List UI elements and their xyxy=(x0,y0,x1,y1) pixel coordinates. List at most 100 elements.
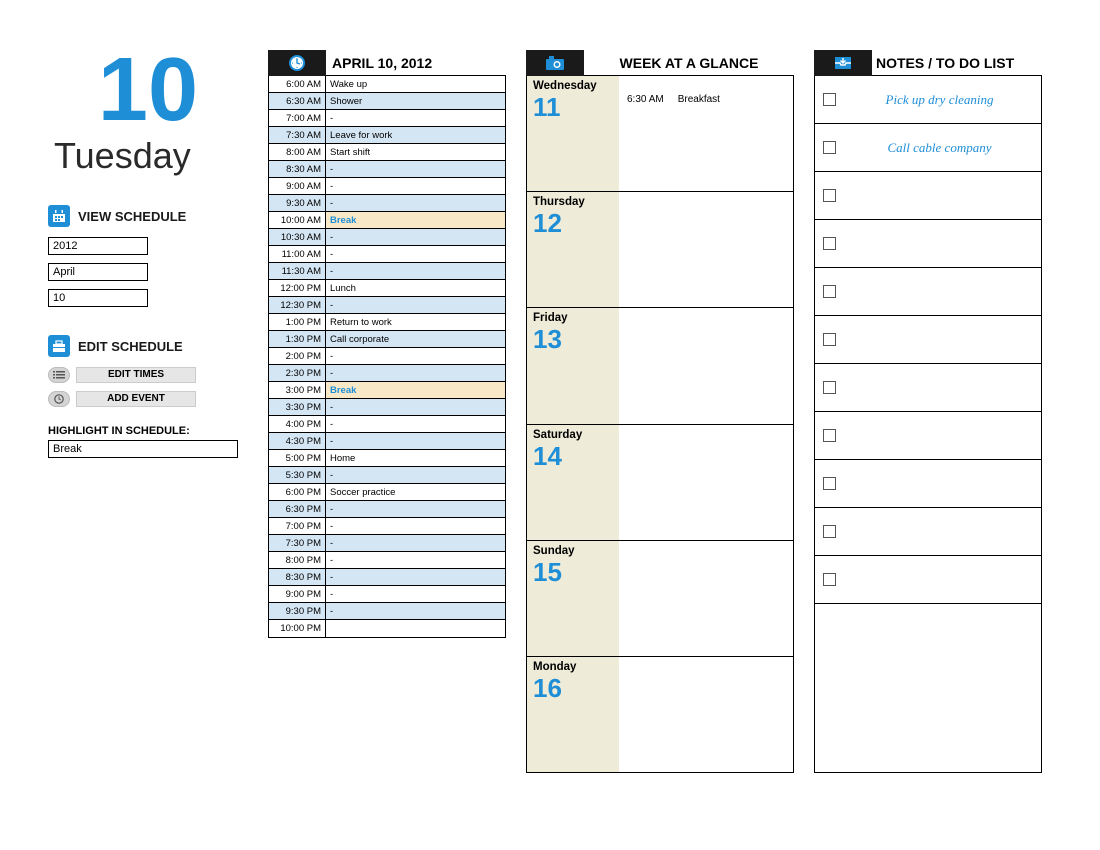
schedule-event[interactable]: - xyxy=(326,535,505,552)
day-input[interactable] xyxy=(48,289,148,307)
schedule-row: 4:00 PM- xyxy=(269,416,505,433)
schedule-event[interactable]: - xyxy=(326,416,505,433)
schedule-time: 7:30 AM xyxy=(269,127,326,144)
schedule-row: 9:00 AM- xyxy=(269,178,505,195)
schedule-event[interactable]: - xyxy=(326,229,505,246)
schedule-time: 2:00 PM xyxy=(269,348,326,365)
schedule-event[interactable]: Soccer practice xyxy=(326,484,505,501)
note-row xyxy=(815,556,1041,604)
schedule-time: 1:00 PM xyxy=(269,314,326,331)
week-day-number: 16 xyxy=(533,675,613,701)
schedule-event[interactable]: - xyxy=(326,467,505,484)
note-checkbox[interactable] xyxy=(823,381,836,394)
schedule-row: 9:30 PM- xyxy=(269,603,505,620)
list-icon[interactable] xyxy=(48,367,70,383)
schedule-time: 2:30 PM xyxy=(269,365,326,382)
schedule-event[interactable]: - xyxy=(326,365,505,382)
week-day-header: Wednesday11 xyxy=(527,76,619,191)
schedule-event[interactable]: - xyxy=(326,348,505,365)
schedule-time: 10:30 AM xyxy=(269,229,326,246)
note-checkbox[interactable] xyxy=(823,285,836,298)
schedule-event[interactable]: Break xyxy=(326,212,505,229)
schedule-row: 5:00 PMHome xyxy=(269,450,505,467)
year-input[interactable] xyxy=(48,237,148,255)
view-schedule-heading: VIEW SCHEDULE xyxy=(48,205,248,227)
schedule-event[interactable]: - xyxy=(326,518,505,535)
schedule-time: 6:00 PM xyxy=(269,484,326,501)
note-checkbox[interactable] xyxy=(823,93,836,106)
schedule-event[interactable]: Return to work xyxy=(326,314,505,331)
schedule-event[interactable]: Leave for work xyxy=(326,127,505,144)
schedule-event[interactable]: Lunch xyxy=(326,280,505,297)
inbox-header-icon xyxy=(814,50,872,76)
week-day-events[interactable] xyxy=(619,657,793,772)
schedule-event[interactable]: - xyxy=(326,552,505,569)
schedule-event[interactable]: - xyxy=(326,586,505,603)
week-day-header: Friday13 xyxy=(527,308,619,423)
note-text[interactable]: Pick up dry cleaning xyxy=(846,92,1033,108)
note-checkbox[interactable] xyxy=(823,333,836,346)
schedule-event[interactable]: - xyxy=(326,399,505,416)
schedule-event[interactable]: - xyxy=(326,246,505,263)
schedule-time: 12:30 PM xyxy=(269,297,326,314)
schedule-row: 7:00 PM- xyxy=(269,518,505,535)
note-checkbox[interactable] xyxy=(823,429,836,442)
schedule-event[interactable]: - xyxy=(326,569,505,586)
note-checkbox[interactable] xyxy=(823,477,836,490)
week-day-events[interactable] xyxy=(619,425,793,540)
schedule-event[interactable]: Home xyxy=(326,450,505,467)
week-day-header: Thursday12 xyxy=(527,192,619,307)
note-row xyxy=(815,172,1041,220)
schedule-event[interactable]: Break xyxy=(326,382,505,399)
edit-times-button[interactable]: EDIT TIMES xyxy=(76,367,196,383)
schedule-event[interactable]: - xyxy=(326,161,505,178)
highlight-input[interactable] xyxy=(48,440,238,458)
week-day: Saturday14 xyxy=(527,424,793,540)
schedule-event[interactable]: - xyxy=(326,195,505,212)
schedule-event[interactable]: - xyxy=(326,178,505,195)
schedule-time: 3:30 PM xyxy=(269,399,326,416)
add-event-button[interactable]: ADD EVENT xyxy=(76,391,196,407)
note-checkbox[interactable] xyxy=(823,525,836,538)
schedule-event[interactable]: - xyxy=(326,433,505,450)
schedule-event[interactable]: Shower xyxy=(326,93,505,110)
schedule-event[interactable] xyxy=(326,620,505,637)
schedule-event[interactable]: - xyxy=(326,501,505,518)
week-day-events[interactable] xyxy=(619,308,793,423)
calendar-icon xyxy=(48,205,70,227)
note-checkbox[interactable] xyxy=(823,141,836,154)
week-day-name: Monday xyxy=(533,661,613,673)
schedule-event[interactable]: Start shift xyxy=(326,144,505,161)
week-day-events[interactable] xyxy=(619,541,793,656)
current-day-number: 10 xyxy=(48,50,248,131)
schedule-event[interactable]: Wake up xyxy=(326,76,505,93)
schedule-row: 8:30 AM- xyxy=(269,161,505,178)
note-text[interactable]: Call cable company xyxy=(846,140,1033,156)
schedule-event[interactable]: - xyxy=(326,297,505,314)
schedule-event[interactable]: - xyxy=(326,263,505,280)
current-weekday: Tuesday xyxy=(48,135,248,177)
schedule-event[interactable]: - xyxy=(326,603,505,620)
schedule-row: 6:30 PM- xyxy=(269,501,505,518)
note-checkbox[interactable] xyxy=(823,573,836,586)
schedule-time: 4:00 PM xyxy=(269,416,326,433)
schedule-time: 7:00 AM xyxy=(269,110,326,127)
month-input[interactable] xyxy=(48,263,148,281)
week-day-header: Sunday15 xyxy=(527,541,619,656)
schedule-event[interactable]: - xyxy=(326,110,505,127)
clock-icon[interactable] xyxy=(48,391,70,407)
note-checkbox[interactable] xyxy=(823,189,836,202)
schedule-row: 3:00 PMBreak xyxy=(269,382,505,399)
schedule-row: 7:00 AM- xyxy=(269,110,505,127)
schedule-row: 10:00 PM xyxy=(269,620,505,637)
schedule-time: 9:00 AM xyxy=(269,178,326,195)
note-checkbox[interactable] xyxy=(823,237,836,250)
note-row: Pick up dry cleaning xyxy=(815,76,1041,124)
week-day-events[interactable] xyxy=(619,192,793,307)
schedule-row: 8:30 PM- xyxy=(269,569,505,586)
sidebar: 10 Tuesday VIEW SCHEDULE EDIT SCHEDULE E… xyxy=(48,50,248,773)
schedule-time: 5:30 PM xyxy=(269,467,326,484)
schedule-event[interactable]: Call corporate xyxy=(326,331,505,348)
week-day-events[interactable]: 6:30 AMBreakfast xyxy=(619,76,793,191)
schedule-title: APRIL 10, 2012 xyxy=(326,50,506,76)
